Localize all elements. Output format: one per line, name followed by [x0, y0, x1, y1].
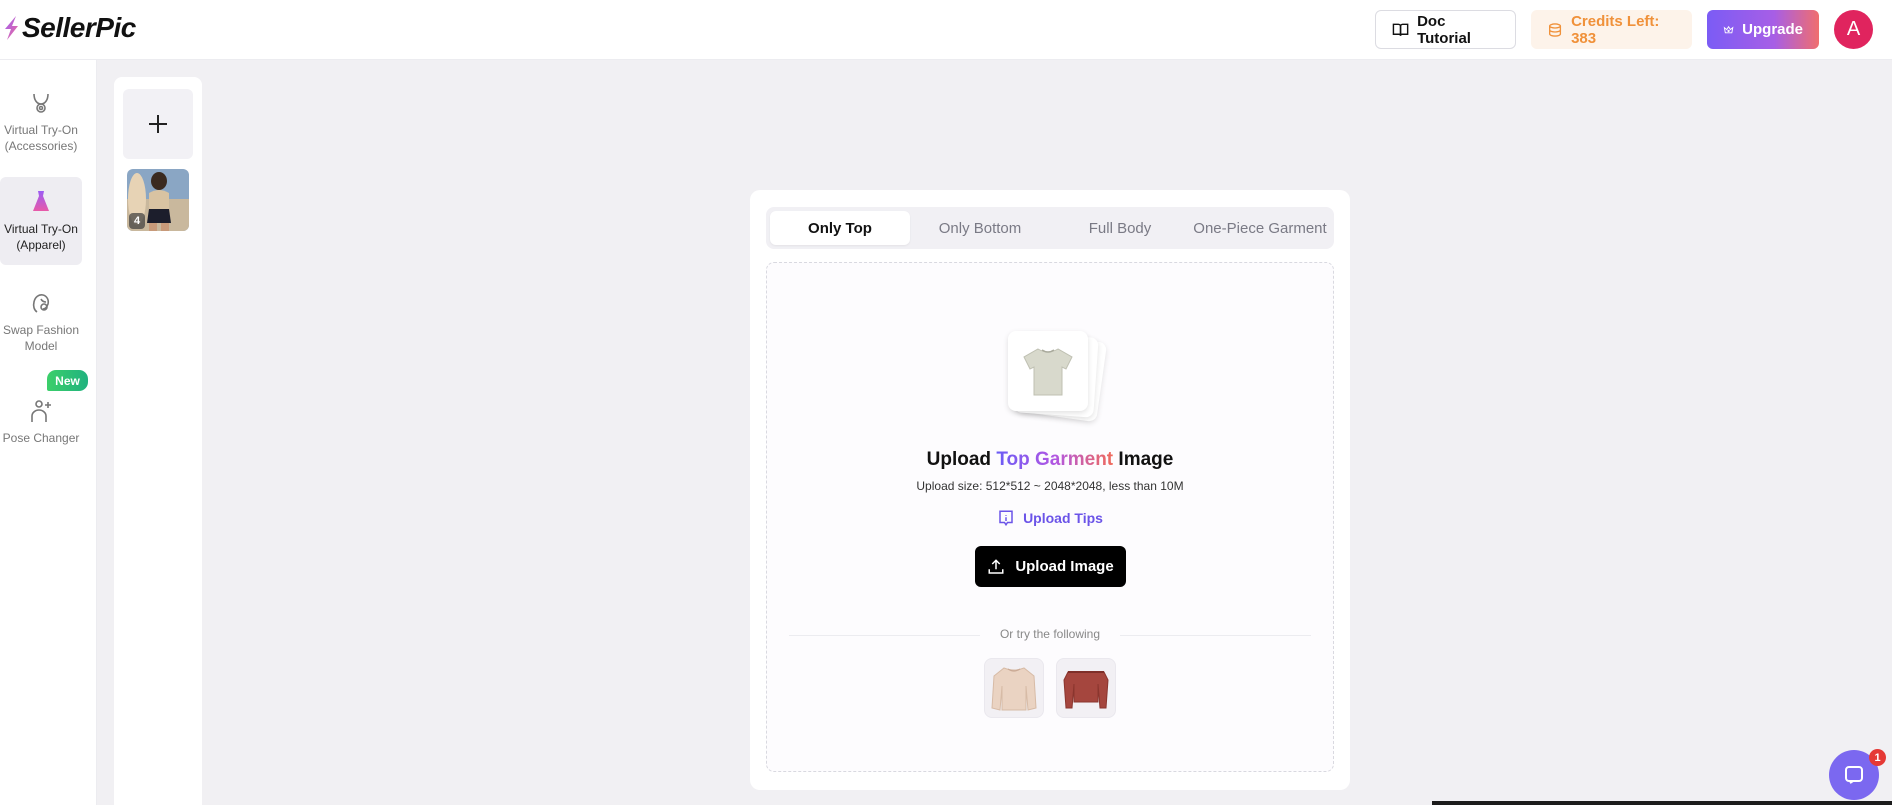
avatar[interactable]: A — [1834, 10, 1873, 49]
garment-illustration — [1008, 331, 1108, 423]
nav-pose-changer[interactable]: Pose Changer — [0, 398, 82, 458]
nav-label-line2: (Apparel) — [16, 238, 66, 252]
tshirt-icon — [1023, 348, 1073, 396]
upload-title: Upload Top Garment Image — [767, 449, 1333, 471]
upgrade-button[interactable]: Upgrade — [1707, 10, 1819, 49]
upload-title-post: Image — [1113, 449, 1174, 470]
chat-icon — [1845, 766, 1863, 784]
nav-label-line2: (Accessories) — [4, 139, 78, 153]
history-thumbnail[interactable]: 4 — [127, 169, 189, 231]
chat-notification-badge: 1 — [1869, 749, 1886, 766]
try-following-label: Or try the following — [980, 627, 1120, 641]
left-nav-rail: Virtual Try-On (Accessories) Virtual Try… — [0, 60, 97, 805]
dress-icon — [33, 191, 49, 211]
tab-only-top[interactable]: Only Top — [770, 211, 910, 245]
bottom-edge-bar — [1432, 801, 1892, 805]
coins-icon — [1549, 22, 1562, 37]
upload-image-label: Upload Image — [1015, 558, 1114, 575]
necklace-icon — [33, 93, 49, 113]
nav-virtual-tryon-accessories[interactable]: Virtual Try-On (Accessories) — [0, 90, 82, 170]
plus-icon — [149, 115, 167, 133]
doc-tutorial-label: Doc Tutorial — [1417, 12, 1471, 47]
avatar-initial: A — [1846, 18, 1861, 40]
nav-label-line1: Pose Changer — [2, 431, 80, 445]
crown-icon — [1723, 25, 1734, 33]
thumbnail-count: 4 — [129, 213, 145, 229]
upload-title-pre: Upload — [926, 449, 997, 470]
sample-garment-offshoulder[interactable] — [1056, 658, 1116, 718]
lightning-logo-icon — [5, 16, 18, 40]
top-header: SellerPic Doc Tutorial Credits Left: 383… — [0, 0, 1892, 60]
new-badge: New — [47, 370, 88, 391]
upload-card: Only Top Only Bottom Full Body One-Piece… — [750, 190, 1350, 790]
upload-title-highlight: Top Garment — [996, 449, 1114, 470]
upgrade-label: Upgrade — [1742, 21, 1803, 38]
doc-tutorial-button[interactable]: Doc Tutorial — [1375, 10, 1516, 49]
upload-image-button[interactable]: Upload Image — [975, 546, 1126, 587]
face-swap-icon — [32, 294, 50, 313]
sweater-image — [991, 667, 1037, 711]
sample-garment-sweater[interactable] — [984, 658, 1044, 718]
book-icon — [1392, 23, 1409, 36]
offshoulder-top-image — [1063, 671, 1109, 709]
upload-tips-link[interactable]: Upload Tips — [767, 509, 1333, 527]
credits-badge[interactable]: Credits Left: 383 — [1531, 10, 1692, 49]
tab-one-piece-garment[interactable]: One-Piece Garment — [1190, 211, 1330, 245]
brand-name: SellerPic — [22, 12, 136, 43]
upload-size-hint: Upload size: 512*512 ~ 2048*2048, less t… — [916, 479, 1184, 493]
upload-icon — [988, 558, 1004, 574]
nav-label-line1: Swap Fashion — [2, 323, 80, 337]
new-task-button[interactable] — [123, 89, 193, 159]
garment-type-tabs: Only Top Only Bottom Full Body One-Piece… — [766, 207, 1334, 249]
pose-icon — [31, 400, 51, 422]
upload-tips-label: Upload Tips — [1023, 510, 1103, 526]
nav-virtual-tryon-apparel[interactable]: Virtual Try-On (Apparel) — [0, 177, 82, 265]
upload-dropzone[interactable]: Upload Top Garment Image Upload size: 51… — [766, 262, 1334, 772]
tab-only-bottom[interactable]: Only Bottom — [910, 211, 1050, 245]
history-panel: 4 — [114, 77, 202, 805]
nav-label-line1: Virtual Try-On — [4, 123, 78, 137]
credits-label: Credits Left: 383 — [1571, 12, 1660, 47]
nav-label-line1: Virtual Try-On — [4, 222, 78, 236]
nav-swap-fashion-model[interactable]: Swap Fashion Model — [0, 290, 82, 370]
tab-full-body[interactable]: Full Body — [1050, 211, 1190, 245]
nav-label-line2: Model — [24, 339, 58, 353]
sellerpic-logo[interactable]: SellerPic — [2, 12, 136, 44]
info-icon — [999, 510, 1013, 527]
